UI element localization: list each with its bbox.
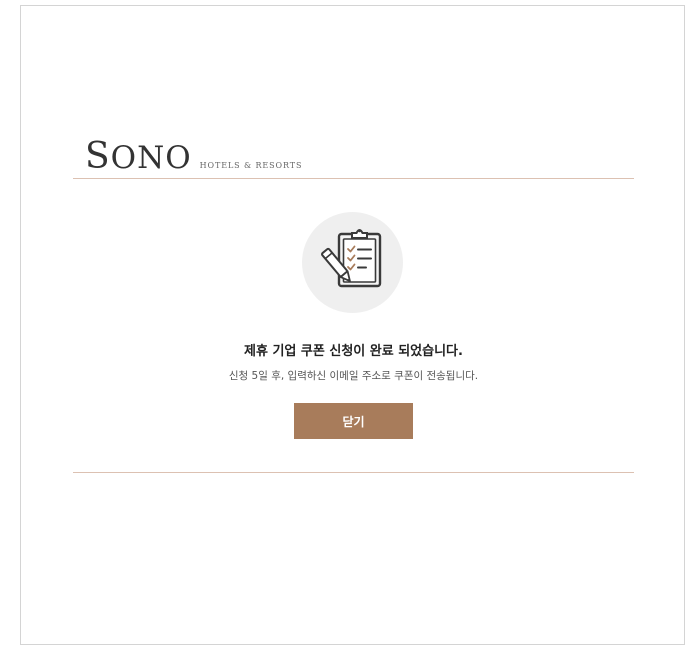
close-button[interactable]: 닫기 — [294, 403, 413, 439]
completion-message-subtitle: 신청 5일 후, 입력하신 이메일 주소로 쿠폰이 전송됩니다. — [228, 370, 479, 382]
popup-window — [20, 5, 685, 645]
brand-logo: SONO HOTELS & RESORTS — [85, 135, 302, 175]
clipboard-checklist-pen-icon — [302, 212, 403, 313]
brand-name: SONO — [85, 139, 192, 175]
brand-tagline: HOTELS & RESORTS — [199, 161, 303, 170]
clipboard-icon-graphic — [321, 229, 382, 288]
brand-name-rest: ONO — [110, 140, 192, 176]
top-divider — [73, 178, 634, 179]
bottom-divider — [73, 472, 634, 473]
brand-name-initial: S — [85, 136, 111, 177]
completion-message-title: 제휴 기업 쿠폰 신청이 완료 되었습니다. — [244, 344, 463, 359]
